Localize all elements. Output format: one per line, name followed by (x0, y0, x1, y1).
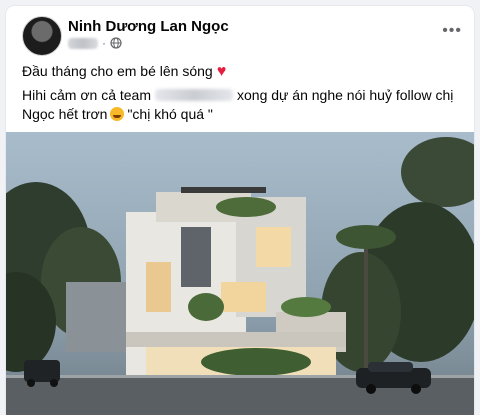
more-options-icon[interactable]: ••• (442, 22, 462, 40)
meta-separator: · (102, 36, 106, 50)
post-text-line-2: Hihi cảm ơn cả team xong dự án nghe nói h… (22, 86, 453, 105)
post-text-line-3: Ngọc hết trơn "chị khó quá " (22, 105, 213, 124)
blurred-timestamp[interactable] (68, 37, 98, 49)
post-photo[interactable] (6, 132, 474, 415)
author-avatar[interactable] (22, 16, 62, 56)
heart-emoji-icon: ♥ (216, 63, 227, 80)
post-text-2b: xong dự án nghe nói huỷ follow chị (237, 87, 454, 103)
post-text-3b: "chị khó quá " (127, 106, 213, 122)
post-text-3a: Ngọc hết trơn (22, 106, 108, 122)
globe-icon[interactable] (110, 37, 122, 49)
blurred-team-name (155, 89, 234, 101)
post-card: Ninh Dương Lan Ngọc · ••• Đầu tháng cho … (6, 6, 474, 415)
post-text-2a: Hihi cảm ơn cả team (22, 87, 152, 103)
post-text-1: Đầu tháng cho em bé lên sóng (22, 63, 213, 79)
post-meta: · (68, 36, 122, 50)
laughing-emoji-icon (110, 107, 125, 121)
author-name[interactable]: Ninh Dương Lan Ngọc (68, 18, 229, 35)
post-text-line-1: Đầu tháng cho em bé lên sóng ♥ (22, 62, 226, 81)
